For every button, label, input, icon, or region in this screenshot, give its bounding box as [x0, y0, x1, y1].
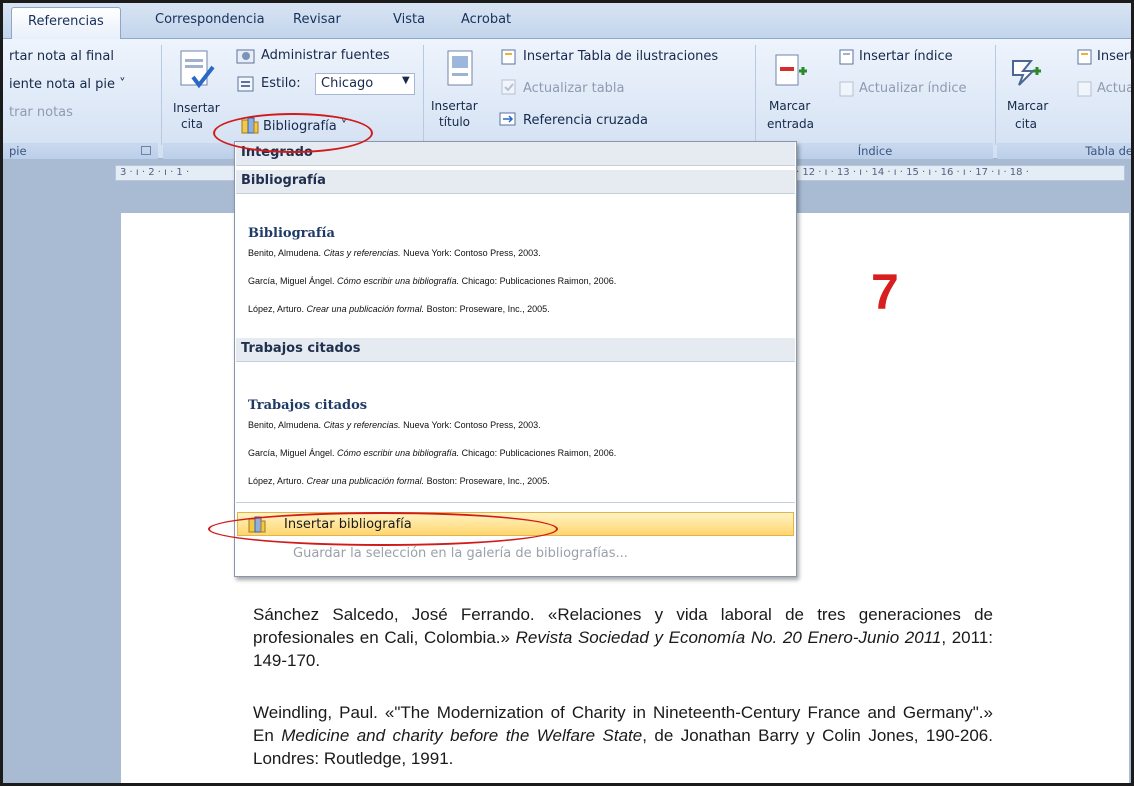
- mark-citation-icon[interactable]: [1009, 55, 1043, 89]
- update-table-button[interactable]: Actualizar tabla: [523, 81, 625, 96]
- table-of-figures-icon: [501, 49, 517, 65]
- insert-caption-label-1[interactable]: Insertar: [431, 99, 478, 113]
- insert-table-of-authorities-button[interactable]: Insert: [1097, 49, 1131, 64]
- cross-reference-button[interactable]: Referencia cruzada: [523, 113, 648, 128]
- group-separator: [423, 45, 424, 145]
- style-label: Estilo:: [261, 76, 301, 91]
- update-table-icon: [501, 79, 517, 95]
- insert-citation-label-1[interactable]: Insertar: [173, 101, 220, 115]
- chevron-down-icon[interactable]: ▼: [402, 75, 410, 86]
- section-label-works-cited: Trabajos citados: [236, 338, 795, 362]
- group-separator: [161, 45, 162, 145]
- style-icon: [236, 75, 256, 93]
- entry-italic: Revista Sociedad y Economía No. 20 Enero…: [515, 628, 942, 647]
- gallery-entry: López, Arturo. Crear una publicación for…: [248, 476, 550, 486]
- insert-table-of-figures-button[interactable]: Insertar Tabla de ilustraciones: [523, 49, 718, 64]
- gallery-item-bibliography[interactable]: Bibliografía Benito, Almudena. Citas y r…: [236, 196, 795, 326]
- gallery-entry: García, Miguel Ángel. Cómo escribir una …: [248, 276, 617, 286]
- manage-sources-icon: [236, 47, 256, 65]
- tab-revisar[interactable]: Revisar: [293, 12, 341, 27]
- group-authorities-label: Tabla de: [997, 143, 1131, 159]
- tab-referencias[interactable]: Referencias: [11, 7, 121, 40]
- tab-vista[interactable]: Vista: [393, 12, 425, 27]
- insert-table-of-authorities-icon: [1077, 49, 1093, 65]
- insert-caption-icon[interactable]: [443, 49, 477, 91]
- insert-citation-label-2[interactable]: cita: [181, 117, 203, 131]
- gallery-item-works-cited[interactable]: Trabajos citados Benito, Almudena. Citas…: [236, 364, 795, 494]
- bibliography-entry[interactable]: Sánchez Salcedo, José Ferrando. «Relacio…: [253, 603, 993, 672]
- gallery-entry: López, Arturo. Crear una publicación for…: [248, 304, 550, 314]
- update-index-button[interactable]: Actualizar índice: [859, 81, 966, 96]
- group-footnotes-label: pie: [3, 143, 158, 159]
- ribbon-tab-strip: Referencias Correspondencia Revisar Vist…: [3, 3, 1131, 40]
- ruler-left-marks: 3 · ı · 2 · ı · 1 ·: [120, 167, 190, 178]
- tab-correspondencia[interactable]: Correspondencia: [155, 12, 265, 27]
- section-label-bibliography: Bibliografía: [236, 170, 795, 194]
- mark-entry-label-1[interactable]: Marcar: [769, 99, 810, 113]
- group-separator: [755, 45, 756, 145]
- update-index-icon: [839, 81, 855, 97]
- mark-citation-label-1[interactable]: Marcar: [1007, 99, 1048, 113]
- tab-acrobat[interactable]: Acrobat: [461, 12, 511, 27]
- cross-reference-icon: [499, 111, 517, 127]
- gallery-title: Bibliografía: [248, 226, 335, 241]
- update-table-of-authorities-button[interactable]: Actual: [1097, 81, 1131, 96]
- highlight-oval: [213, 113, 373, 153]
- dialog-launcher-icon[interactable]: [141, 146, 151, 155]
- gallery-entry: Benito, Almudena. Citas y referencias. N…: [248, 248, 541, 258]
- insert-caption-label-2[interactable]: título: [439, 115, 470, 129]
- insert-index-button[interactable]: Insertar índice: [859, 49, 953, 64]
- insert-endnote-button[interactable]: rtar nota al final: [9, 49, 114, 64]
- bibliography-entry[interactable]: Weindling, Paul. «"The Modernization of …: [253, 701, 993, 770]
- gallery-entry: García, Miguel Ángel. Cómo escribir una …: [248, 448, 617, 458]
- next-footnote-button[interactable]: iente nota al pie ˅: [9, 77, 126, 92]
- style-select[interactable]: Chicago ▼: [315, 73, 415, 95]
- highlight-oval: [208, 512, 558, 546]
- mark-entry-icon[interactable]: [773, 53, 809, 93]
- insert-citation-icon[interactable]: [175, 47, 215, 95]
- gallery-entry: Benito, Almudena. Citas y referencias. N…: [248, 420, 541, 430]
- insert-index-icon: [839, 49, 855, 65]
- save-selection-menu-item[interactable]: Guardar la selección en la galería de bi…: [237, 542, 794, 566]
- style-select-value: Chicago: [321, 76, 374, 91]
- show-notes-button[interactable]: trar notas: [9, 105, 73, 120]
- entry-italic: Medicine and charity before the Welfare …: [281, 726, 643, 745]
- save-selection-label: Guardar la selección en la galería de bi…: [293, 546, 628, 561]
- word-window: Referencias Correspondencia Revisar Vist…: [0, 0, 1134, 786]
- ruler-right-marks: · 12 · ı · 13 · ı · 14 · ı · 15 · ı · 16…: [796, 167, 1029, 178]
- bibliography-dropdown: Integrado Bibliografía Bibliografía Beni…: [234, 141, 797, 577]
- gallery-title: Trabajos citados: [248, 398, 368, 413]
- step-number: 7: [871, 264, 899, 320]
- group-separator: [995, 45, 996, 145]
- mark-entry-label-2[interactable]: entrada: [767, 117, 814, 131]
- update-authorities-icon: [1077, 81, 1093, 97]
- mark-citation-label-2[interactable]: cita: [1015, 117, 1037, 131]
- manage-sources-button[interactable]: Administrar fuentes: [261, 48, 390, 63]
- menu-divider: [236, 502, 795, 503]
